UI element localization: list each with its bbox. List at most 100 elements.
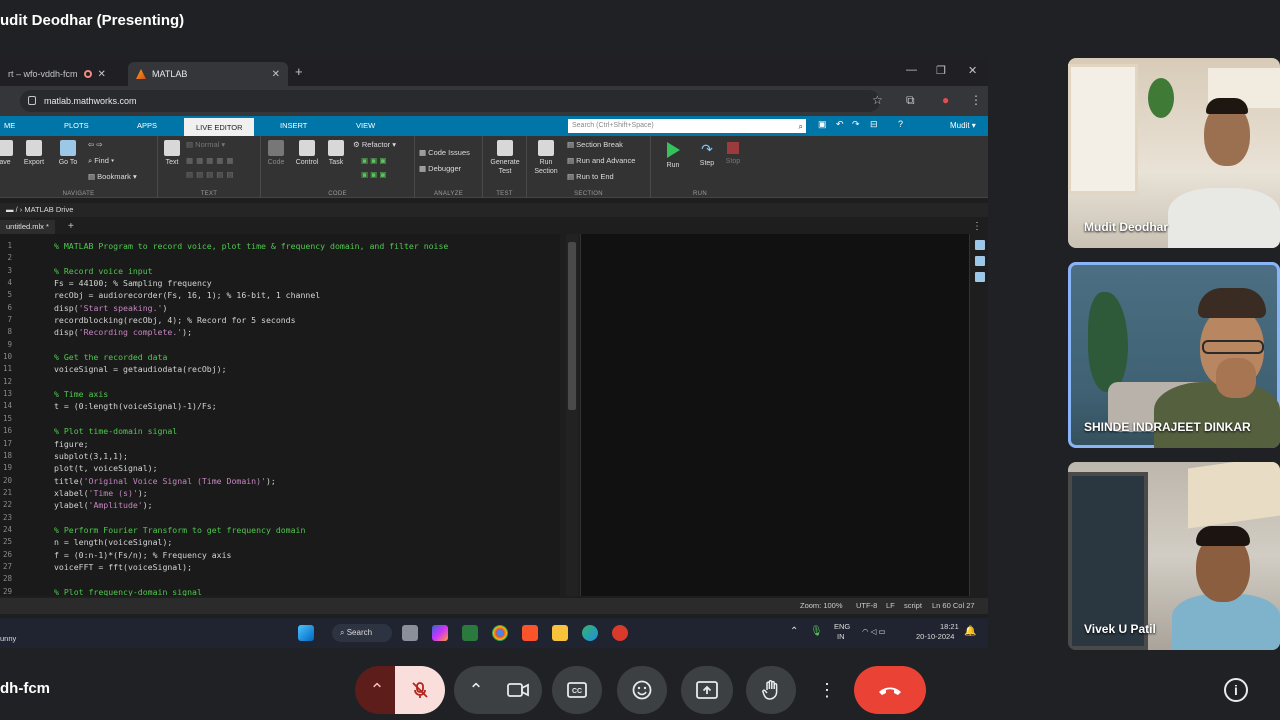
- browser-tab-meet[interactable]: rt – wfo-vddh-fcm ✕: [0, 62, 126, 86]
- participant-tile-1[interactable]: Mudit Deodhar: [1068, 58, 1280, 248]
- indent-icons[interactable]: ▣ ▣ ▣: [361, 156, 386, 165]
- save-button[interactable]: ave: [0, 140, 14, 167]
- more-options-icon[interactable]: ⋮: [972, 220, 982, 234]
- code-line[interactable]: [54, 573, 559, 585]
- save-quick-icon[interactable]: ▣: [818, 119, 827, 130]
- taskbar-search[interactable]: ⌕ Search: [332, 624, 392, 642]
- tab-home[interactable]: ME: [0, 116, 27, 136]
- extensions-icon[interactable]: ⧉: [906, 93, 915, 108]
- code-line[interactable]: figure;: [54, 438, 559, 450]
- help-icon[interactable]: ?: [898, 119, 903, 129]
- browser-tab-matlab[interactable]: MATLAB ✕: [128, 62, 288, 86]
- file-explorer-icon[interactable]: [552, 625, 568, 641]
- participant-tile-3[interactable]: Vivek U Patil: [1068, 462, 1280, 650]
- bookmark-button[interactable]: ▤ Bookmark ▾: [88, 172, 137, 181]
- export-button[interactable]: Export: [20, 140, 48, 167]
- code-line[interactable]: title('Original Voice Signal (Time Domai…: [54, 475, 559, 487]
- code-line[interactable]: % Plot frequency-domain signal: [54, 586, 559, 596]
- code-line[interactable]: n = length(voiceSignal);: [54, 536, 559, 548]
- output-inline-icon[interactable]: [975, 240, 985, 250]
- code-line[interactable]: voiceSignal = getaudiodata(recObj);: [54, 363, 559, 375]
- present-button[interactable]: [681, 666, 733, 714]
- step-button[interactable]: ↷ Step: [697, 142, 717, 168]
- task-button[interactable]: Task: [325, 140, 347, 167]
- code-line[interactable]: recordblocking(recObj, 4); % Record for …: [54, 314, 559, 326]
- maximize-icon[interactable]: ❐: [936, 64, 946, 77]
- leave-call-button[interactable]: [854, 666, 926, 714]
- align-buttons[interactable]: ▤▤▤▤▤: [186, 170, 236, 179]
- code-line[interactable]: voiceFFT = fft(voiceSignal);: [54, 561, 559, 573]
- comment-icons[interactable]: ▣ ▣ ▣: [361, 170, 386, 179]
- browser-menu-icon[interactable]: ⋮: [970, 93, 982, 107]
- goto-button[interactable]: Go To: [56, 140, 80, 167]
- code-line[interactable]: xlabel('Time (s)');: [54, 487, 559, 499]
- code-line[interactable]: ylabel('Amplitude');: [54, 499, 559, 511]
- tab-view[interactable]: VIEW: [344, 116, 387, 136]
- code-line[interactable]: % Time axis: [54, 388, 559, 400]
- run-section-button[interactable]: Run Section: [531, 140, 561, 176]
- stop-button[interactable]: Stop: [723, 142, 743, 166]
- tab-apps[interactable]: APPS: [125, 116, 169, 136]
- close-icon[interactable]: ✕: [98, 69, 106, 80]
- undo-icon[interactable]: ↶: [836, 119, 844, 130]
- find-button[interactable]: ⌕ Find ▾: [88, 156, 114, 166]
- tab-live-editor[interactable]: LIVE EDITOR: [184, 116, 254, 136]
- matlab-search-input[interactable]: Search (Ctrl+Shift+Space) ⌕: [568, 119, 806, 133]
- code-line[interactable]: [54, 339, 559, 351]
- control-button[interactable]: Control: [291, 140, 323, 167]
- search-icon[interactable]: ⌕: [799, 120, 803, 134]
- new-tab-icon[interactable]: +: [295, 64, 303, 79]
- app-icon[interactable]: [612, 625, 628, 641]
- section-break-button[interactable]: ▤ Section Break: [567, 140, 623, 149]
- windows-start-icon[interactable]: [298, 625, 314, 641]
- mic-off-button[interactable]: [395, 666, 445, 714]
- copilot-icon[interactable]: [432, 625, 448, 641]
- tab-insert[interactable]: INSERT: [268, 116, 319, 136]
- code-line[interactable]: % Get the recorded data: [54, 351, 559, 363]
- file-tab[interactable]: untitled.mlx *: [0, 220, 55, 234]
- camera-button[interactable]: [494, 666, 542, 714]
- code-line[interactable]: [54, 413, 559, 425]
- code-line[interactable]: plot(t, voiceSignal);: [54, 462, 559, 474]
- notification-bell-icon[interactable]: 🔔: [964, 626, 976, 637]
- generate-test-button[interactable]: Generate Test: [487, 140, 523, 176]
- code-line[interactable]: disp('Recording complete.');: [54, 326, 559, 338]
- code-line[interactable]: t = (0:length(voiceSignal)-1)/Fs;: [54, 400, 559, 412]
- add-file-icon[interactable]: +: [68, 220, 74, 234]
- hide-code-icon[interactable]: [975, 272, 985, 282]
- code-editor[interactable]: 1 2 3 4 5 6 7 8 9 10 11 12 13 14 15 16 17 18 19 20 21 22 23 24 2…: [0, 234, 560, 596]
- back-forward-icon[interactable]: ⇦ ⇨: [88, 140, 103, 149]
- code-line[interactable]: subplot(3,1,1);: [54, 450, 559, 462]
- brave-icon[interactable]: [522, 625, 538, 641]
- clock-time[interactable]: 18:21: [940, 622, 959, 631]
- scrollbar-thumb[interactable]: [568, 242, 576, 410]
- user-menu[interactable]: Mudit ▾: [950, 116, 976, 136]
- audio-options-chevron-icon[interactable]: ⌃: [355, 666, 399, 714]
- more-options-icon[interactable]: ⋮: [810, 666, 844, 714]
- code-issues-button[interactable]: ▦ Code Issues: [419, 148, 470, 157]
- code-line[interactable]: % Record voice input: [54, 265, 559, 277]
- code-line[interactable]: disp('Start speaking.'): [54, 302, 559, 314]
- code-line[interactable]: Fs = 44100; % Sampling frequency: [54, 277, 559, 289]
- editor-scrollbar[interactable]: [566, 234, 578, 596]
- debugger-button[interactable]: ▦ Debugger: [419, 164, 461, 173]
- layout-icon[interactable]: ⊟: [870, 119, 878, 130]
- url-field[interactable]: matlab.mathworks.com: [20, 90, 880, 112]
- meeting-info-icon[interactable]: i: [1224, 678, 1248, 702]
- run-and-advance-button[interactable]: ▤ Run and Advance: [567, 156, 635, 165]
- chrome-icon[interactable]: [492, 625, 508, 641]
- task-view-icon[interactable]: [402, 625, 418, 641]
- video-options-chevron-icon[interactable]: ⌃: [454, 666, 498, 714]
- code-line[interactable]: f = (0:n-1)*(Fs/n); % Frequency axis: [54, 549, 559, 561]
- code-line[interactable]: [54, 376, 559, 388]
- reactions-button[interactable]: [617, 666, 667, 714]
- text-button[interactable]: Text: [162, 140, 182, 167]
- close-window-icon[interactable]: ✕: [968, 64, 977, 77]
- path-bar[interactable]: ▬ / › MATLAB Drive: [0, 203, 988, 217]
- site-info-icon[interactable]: [28, 96, 36, 105]
- format-buttons[interactable]: ▦▦▦▦▦: [186, 156, 236, 165]
- raise-hand-button[interactable]: [746, 666, 796, 714]
- code-line[interactable]: [54, 512, 559, 524]
- lang-text-2[interactable]: IN: [837, 632, 845, 641]
- code-line[interactable]: % Perform Fourier Transform to get frequ…: [54, 524, 559, 536]
